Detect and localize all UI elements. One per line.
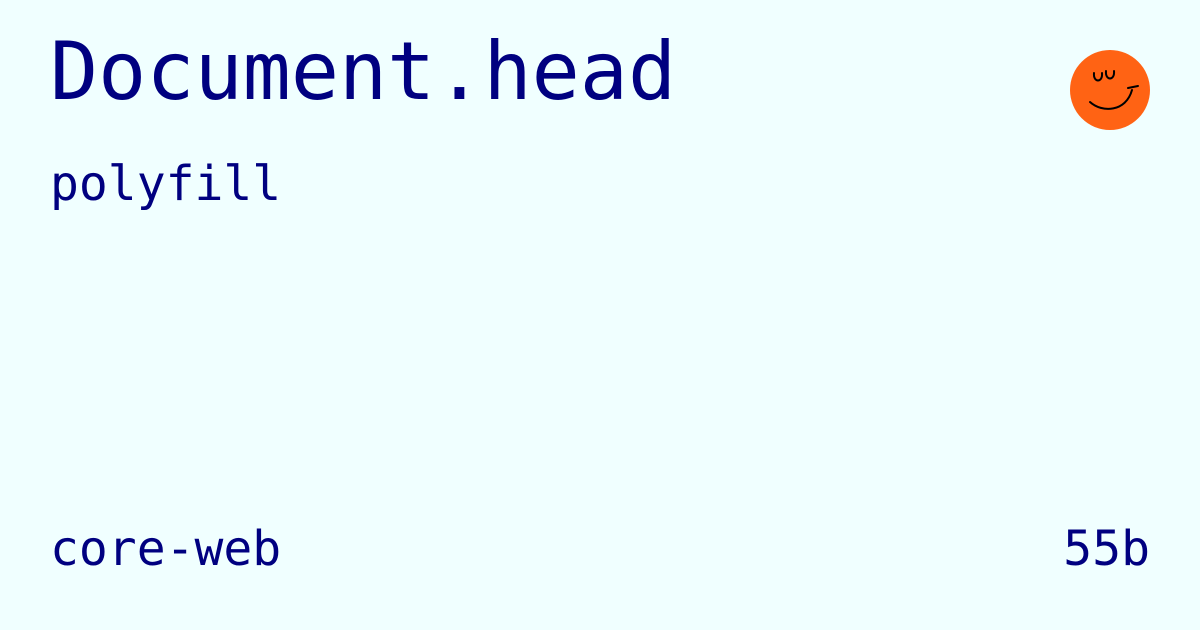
package-size: 55b — [1063, 521, 1150, 577]
logo-circle — [1070, 50, 1150, 130]
smiley-face-icon — [1070, 50, 1150, 130]
package-collection: core-web — [50, 521, 282, 577]
package-kind: polyfill — [50, 156, 282, 212]
package-title: Document.head — [50, 25, 677, 118]
